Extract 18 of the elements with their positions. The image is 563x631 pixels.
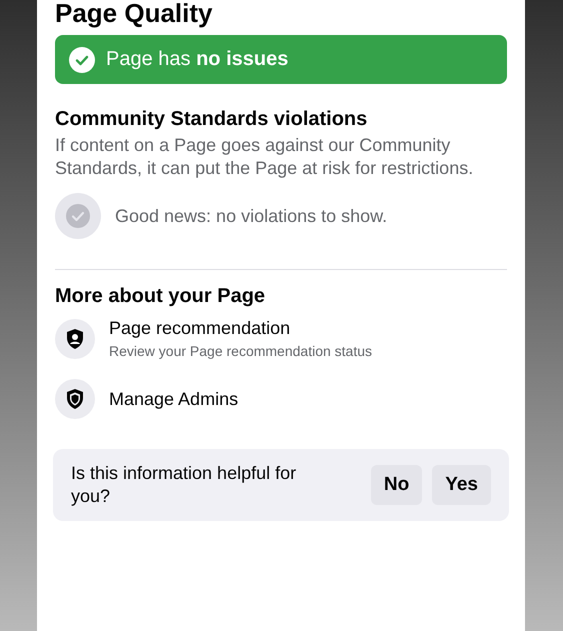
empty-state-text: Good news: no violations to show. — [115, 206, 388, 226]
feedback-button[interactable]: Yes — [432, 465, 491, 505]
section-heading: Community Standards violations — [55, 108, 368, 131]
check-circle-icon — [55, 193, 101, 239]
shield-icon — [65, 388, 85, 410]
section-heading: More about your Page — [55, 285, 266, 308]
feedback-question: Is this information helpful for you? — [71, 462, 298, 508]
status-text: Page has no issues — [106, 48, 288, 71]
section-description: If content on a Page goes against our Community Standards, it can put the Page at risk for restrictions. — [55, 134, 474, 179]
check-circle-icon — [69, 46, 95, 72]
menu-item-subtitle: Review your Page recommendation status — [109, 343, 372, 359]
feedback-button[interactable]: No — [370, 465, 422, 505]
shield-person-icon — [65, 328, 85, 350]
menu-item-title[interactable]: Manage Admins — [109, 388, 238, 410]
menu-item-title[interactable]: Page recommendation — [109, 318, 290, 339]
page-title: Page Quality — [55, 0, 212, 27]
icon-circle[interactable] — [55, 318, 95, 358]
icon-circle[interactable] — [55, 379, 95, 419]
